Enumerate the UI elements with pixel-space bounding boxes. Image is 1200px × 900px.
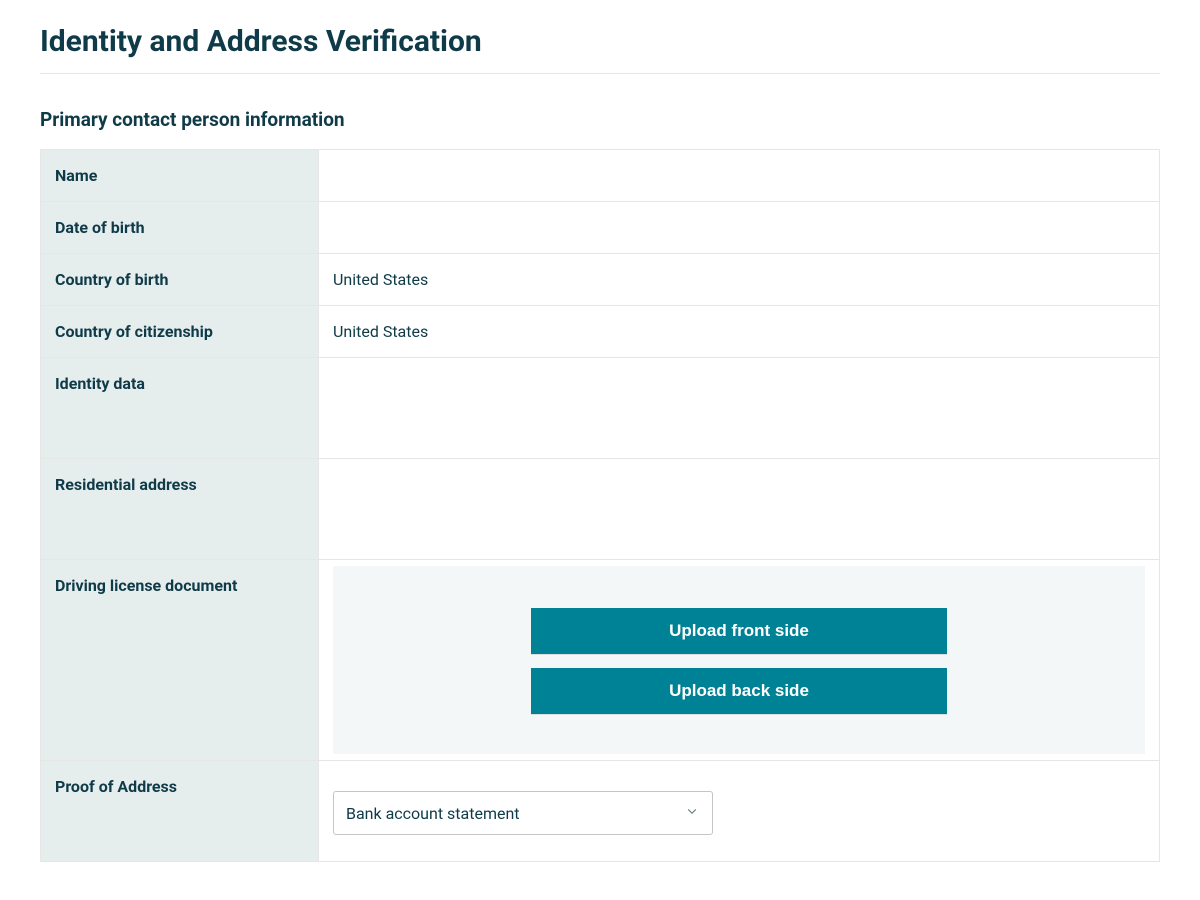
value-name <box>319 150 1159 201</box>
label-name: Name <box>41 150 319 201</box>
value-dob <box>319 202 1159 253</box>
value-country-birth: United States <box>319 254 1159 305</box>
proof-select-wrap: Bank account statement <box>333 791 713 835</box>
proof-of-address-cell: Bank account statement <box>319 761 1159 861</box>
label-driving-license: Driving license document <box>41 560 319 760</box>
upload-front-button[interactable]: Upload front side <box>531 608 947 654</box>
label-residential-address: Residential address <box>41 459 319 559</box>
driving-license-upload-area: Upload front side Upload back side <box>319 560 1159 760</box>
contact-info-table: Name Date of birth Country of birth Unit… <box>40 149 1160 862</box>
row-driving-license: Driving license document Upload front si… <box>41 560 1159 761</box>
upload-back-button[interactable]: Upload back side <box>531 668 947 714</box>
proof-of-address-select[interactable]: Bank account statement <box>333 791 713 835</box>
row-name: Name <box>41 150 1159 202</box>
section-title: Primary contact person information <box>40 108 1160 131</box>
row-proof-of-address: Proof of Address Bank account statement <box>41 761 1159 861</box>
row-dob: Date of birth <box>41 202 1159 254</box>
label-proof-of-address: Proof of Address <box>41 761 319 861</box>
label-identity-data: Identity data <box>41 358 319 458</box>
row-country-citizenship: Country of citizenship United States <box>41 306 1159 358</box>
row-residential-address: Residential address <box>41 459 1159 560</box>
value-country-citizenship: United States <box>319 306 1159 357</box>
value-identity-data <box>319 358 1159 458</box>
label-country-birth: Country of birth <box>41 254 319 305</box>
value-residential-address <box>319 459 1159 559</box>
proof-select-value: Bank account statement <box>346 804 520 823</box>
upload-box: Upload front side Upload back side <box>333 566 1145 754</box>
page-title: Identity and Address Verification <box>40 24 1160 74</box>
label-country-citizenship: Country of citizenship <box>41 306 319 357</box>
label-dob: Date of birth <box>41 202 319 253</box>
row-country-birth: Country of birth United States <box>41 254 1159 306</box>
row-identity-data: Identity data <box>41 358 1159 459</box>
